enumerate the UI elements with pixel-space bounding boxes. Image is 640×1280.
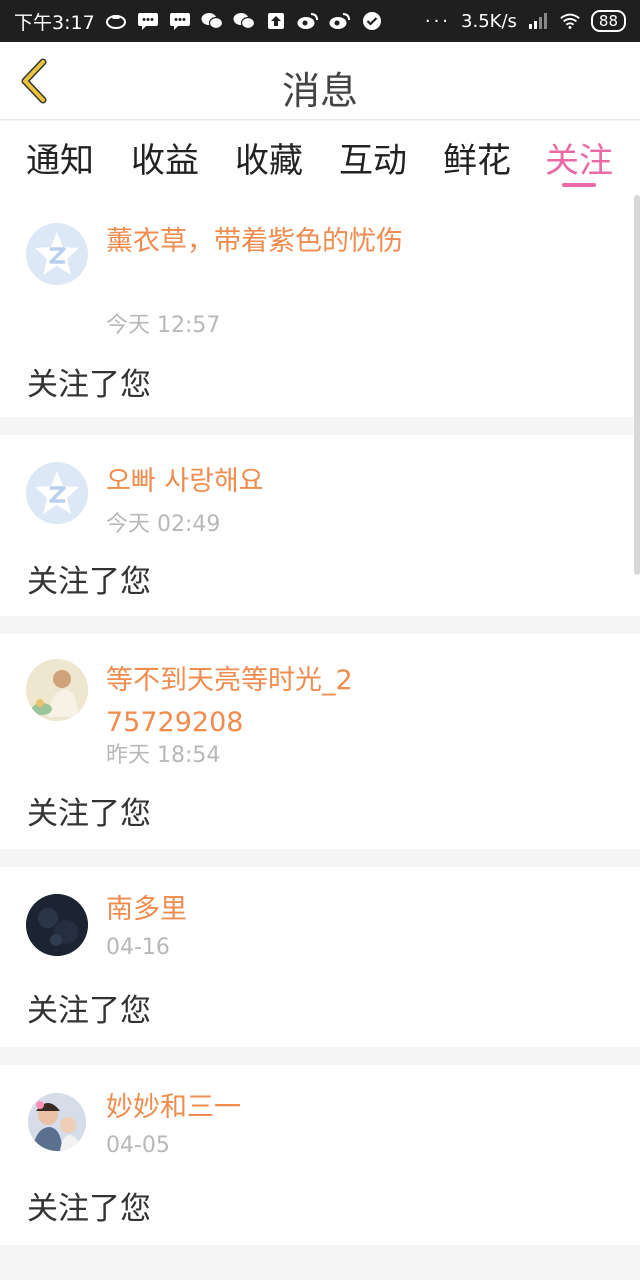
- upload-icon: [265, 12, 287, 30]
- status-time: 下午3:17: [14, 11, 95, 34]
- message-icon: [137, 12, 159, 30]
- page-title: 消息: [281, 69, 358, 113]
- avatar[interactable]: [28, 1093, 86, 1151]
- active-tab-indicator: [562, 183, 596, 187]
- weibo-icon: [329, 12, 351, 30]
- message-icon: [169, 12, 191, 30]
- notification-text: 关注了您: [27, 796, 151, 832]
- check-icon: [361, 12, 383, 30]
- timestamp: 今天 02:49: [106, 512, 221, 537]
- tab-notice[interactable]: 通知: [26, 133, 94, 182]
- notification-text: 关注了您: [27, 1191, 151, 1227]
- scrollbar[interactable]: [634, 195, 640, 575]
- notification-icons: [105, 12, 425, 30]
- app-header: 消息: [0, 42, 640, 120]
- user-photo-icon: [26, 894, 88, 956]
- weibo-icon: [297, 12, 319, 30]
- username[interactable]: 等不到天亮等时光_275729208: [106, 660, 366, 744]
- wechat-icon: [233, 12, 255, 30]
- tab-interaction[interactable]: 互动: [339, 133, 407, 182]
- username[interactable]: 薰衣草，带着紫色的忧伤: [106, 221, 406, 263]
- timestamp: 昨天 18:54: [106, 743, 221, 768]
- avatar[interactable]: [26, 223, 88, 285]
- network-speed: 3.5K/s: [461, 10, 517, 32]
- tab-flowers[interactable]: 鲜花: [443, 133, 511, 182]
- username[interactable]: 南多里: [106, 889, 406, 931]
- more-notifications-icon: ···: [424, 10, 452, 32]
- timestamp: 04-16: [106, 935, 170, 960]
- wechat-icon: [201, 12, 223, 30]
- notification-text: 关注了您: [27, 993, 151, 1029]
- status-bar: 下午3:17 ··· 3.5K/s 88: [0, 0, 640, 42]
- list-item[interactable]: 오빠 사랑해요 今天 02:49 关注了您: [0, 435, 640, 616]
- battery-indicator: 88: [590, 10, 626, 32]
- tab-bar: 通知 收益 收藏 互动 鲜花 关注: [0, 121, 640, 195]
- user-photo-icon: [28, 1093, 86, 1151]
- username[interactable]: 妙妙和三一: [106, 1087, 406, 1129]
- notification-text: 关注了您: [27, 564, 151, 600]
- music-app-icon: [105, 12, 127, 30]
- tab-follow[interactable]: 关注: [545, 133, 613, 182]
- signal-icon: [527, 12, 549, 30]
- list-item[interactable]: 南多里 04-16 关注了您: [0, 867, 640, 1047]
- avatar[interactable]: [26, 894, 88, 956]
- timestamp: 04-05: [106, 1133, 170, 1158]
- avatar[interactable]: [26, 462, 88, 524]
- wifi-icon: [559, 12, 581, 30]
- default-avatar-icon: [26, 462, 88, 524]
- avatar[interactable]: [26, 659, 88, 721]
- notification-text: 关注了您: [27, 367, 151, 403]
- tab-earnings[interactable]: 收益: [131, 133, 199, 182]
- timestamp: 今天 12:57: [106, 313, 221, 338]
- list-item[interactable]: 等不到天亮等时光_275729208 昨天 18:54 关注了您: [0, 634, 640, 849]
- username[interactable]: 오빠 사랑해요: [106, 461, 406, 503]
- list-item[interactable]: 薰衣草，带着紫色的忧伤 今天 12:57 关注了您: [0, 195, 640, 417]
- default-avatar-icon: [26, 223, 88, 285]
- user-photo-icon: [26, 659, 88, 721]
- tab-favorites[interactable]: 收藏: [235, 133, 303, 182]
- list-item[interactable]: 妙妙和三一 04-05 关注了您: [0, 1065, 640, 1245]
